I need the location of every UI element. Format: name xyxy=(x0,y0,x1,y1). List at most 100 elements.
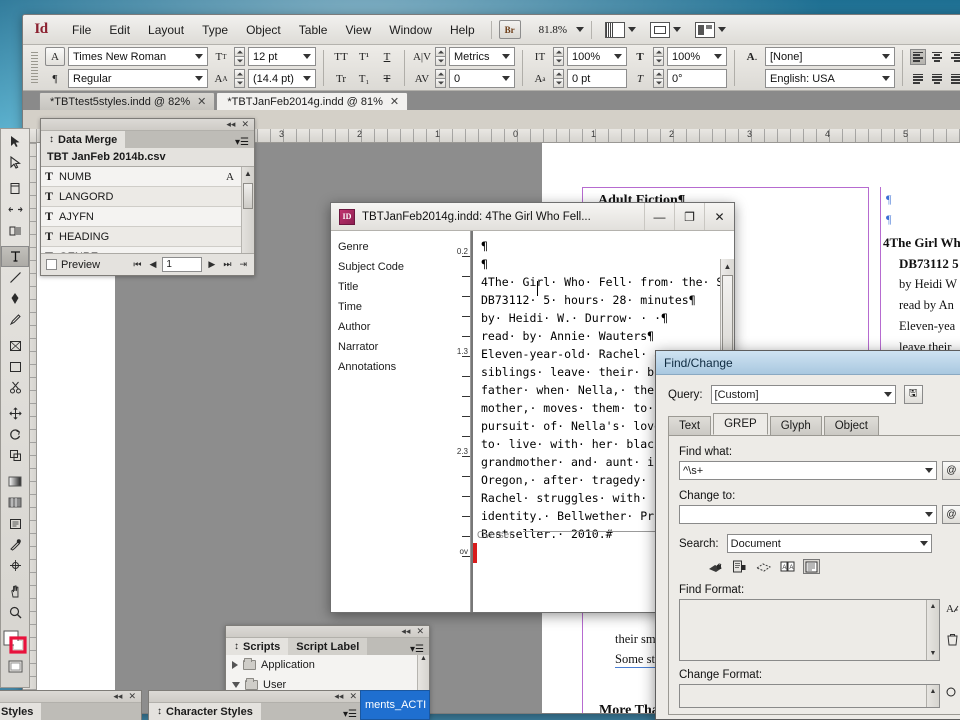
gradient-feather-tool[interactable] xyxy=(1,492,29,513)
menu-file[interactable]: File xyxy=(63,19,100,41)
align-center-button[interactable] xyxy=(929,49,945,65)
menu-layout[interactable]: Layout xyxy=(139,19,193,41)
strikethrough-button[interactable]: T xyxy=(377,69,397,88)
data-merge-drag-bar[interactable]: ◂◂ ✕ xyxy=(41,119,254,131)
include-footnotes-icon[interactable] xyxy=(803,559,820,574)
align-left-button[interactable] xyxy=(910,48,926,65)
scroll-up-icon[interactable]: ▲ xyxy=(721,259,734,273)
view-options-chevron-icon[interactable] xyxy=(628,27,637,32)
menu-edit[interactable]: Edit xyxy=(100,19,139,41)
skew-stepper[interactable] xyxy=(653,69,664,88)
paragraph-style-column[interactable]: Genre 0.2 Subject Code Title Time Author … xyxy=(331,231,471,612)
tracking-chevron-icon[interactable] xyxy=(502,76,510,81)
bridge-button[interactable]: Br xyxy=(498,20,521,39)
arrange-documents-chevron-icon[interactable] xyxy=(718,27,727,32)
leading-stepper[interactable] xyxy=(234,69,245,88)
close-button[interactable]: ✕ xyxy=(704,203,734,230)
list-item[interactable]: T NUMB A xyxy=(41,167,254,187)
list-item[interactable]: T AJYFN xyxy=(41,207,254,227)
subscript-button[interactable]: T₁ xyxy=(354,69,374,88)
horizontal-scale-field[interactable]: 100% xyxy=(667,47,727,66)
styles-drag-bar[interactable]: ◂◂ ✕ xyxy=(0,691,141,703)
list-item[interactable]: T HEADING xyxy=(41,227,254,247)
zoom-tool[interactable] xyxy=(1,602,29,623)
vertical-scale-chevron-icon[interactable] xyxy=(614,54,622,59)
document-tab-2-close-icon[interactable]: ✕ xyxy=(390,95,399,108)
next-record-icon[interactable]: ▶ xyxy=(206,259,217,270)
font-size-field[interactable]: 12 pt xyxy=(248,47,316,66)
document-tab-1-close-icon[interactable]: ✕ xyxy=(197,95,206,108)
baseline-shift-stepper[interactable] xyxy=(553,69,564,88)
menu-table[interactable]: Table xyxy=(290,19,337,41)
first-record-icon[interactable]: ⏮ xyxy=(131,259,143,270)
line-tool[interactable] xyxy=(1,267,29,288)
content-collector-tool[interactable] xyxy=(1,220,29,241)
previous-record-icon[interactable]: ◀ xyxy=(148,259,159,270)
rectangle-frame-tool[interactable] xyxy=(1,335,29,356)
document-tab-1[interactable]: *TBTtest5styles.indd @ 82% ✕ xyxy=(39,92,216,110)
font-style-chevron-icon[interactable] xyxy=(195,76,203,81)
collapse-panel-icon[interactable]: ◂◂ xyxy=(113,691,122,702)
collapse-panel-icon[interactable]: ◂◂ xyxy=(226,119,235,130)
tab-data-merge[interactable]: ↕ Data Merge xyxy=(41,131,126,148)
tab-script-label[interactable]: Script Label xyxy=(288,638,368,655)
font-style-field[interactable]: Regular xyxy=(68,69,208,88)
leading-field[interactable]: (14.4 pt) xyxy=(248,69,316,88)
tab-scripts[interactable]: ↕ Scripts xyxy=(226,638,289,655)
skew-field[interactable]: 0° xyxy=(667,69,727,88)
language-field[interactable]: English: USA xyxy=(765,69,895,88)
collapse-panel-icon[interactable]: ◂◂ xyxy=(401,626,410,637)
search-scope-dropdown[interactable]: Document xyxy=(726,534,932,553)
query-dropdown[interactable]: [Custom] xyxy=(710,385,896,404)
tab-character-styles[interactable]: ↕ Character Styles xyxy=(149,703,261,720)
justify-center-button[interactable] xyxy=(929,71,945,87)
tab-glyph[interactable]: Glyph xyxy=(769,416,822,435)
minimize-button[interactable]: — xyxy=(644,203,674,230)
rotate-tool[interactable] xyxy=(1,424,29,445)
type-tool[interactable] xyxy=(1,246,29,267)
normal-view-mode-button[interactable] xyxy=(1,656,29,677)
list-item[interactable]: T LANGORD xyxy=(41,187,254,207)
font-family-chevron-icon[interactable] xyxy=(195,54,203,59)
close-panel-icon[interactable]: ✕ xyxy=(349,691,357,702)
pen-tool[interactable] xyxy=(1,288,29,309)
font-family-field[interactable]: Times New Roman xyxy=(68,47,208,66)
change-format-scrollbar[interactable]: ▲ xyxy=(926,685,939,707)
character-styles-flyout-menu-icon[interactable]: ▾☰ xyxy=(338,709,362,720)
scroll-down-icon[interactable]: ▼ xyxy=(927,647,939,660)
view-options-icon[interactable] xyxy=(605,21,626,38)
go-to-record-icon[interactable]: ⇥ xyxy=(237,259,249,270)
free-transform-tool[interactable] xyxy=(1,403,29,424)
scripts-flyout-menu-icon[interactable]: ▾☰ xyxy=(405,644,429,655)
page-tool[interactable] xyxy=(1,178,29,199)
horizontal-scale-stepper[interactable] xyxy=(653,47,664,66)
scroll-up-icon[interactable]: ▲ xyxy=(927,685,939,698)
scroll-up-icon[interactable]: ▲ xyxy=(927,600,939,613)
scroll-up-icon[interactable]: ▲ xyxy=(418,655,429,662)
leading-chevron-icon[interactable] xyxy=(303,76,311,81)
control-panel-grip[interactable] xyxy=(31,51,38,84)
last-record-icon[interactable]: ⏭ xyxy=(221,259,233,270)
zoom-dropdown-icon[interactable] xyxy=(576,27,585,32)
close-panel-icon[interactable]: ✕ xyxy=(241,119,249,130)
tracking-stepper[interactable] xyxy=(435,69,446,88)
kerning-chevron-icon[interactable] xyxy=(502,54,510,59)
vertical-scale-stepper[interactable] xyxy=(553,47,564,66)
all-caps-button[interactable]: TT xyxy=(331,47,351,66)
horizontal-scale-chevron-icon[interactable] xyxy=(714,54,722,59)
tracking-field[interactable]: 0 xyxy=(449,69,515,88)
baseline-shift-field[interactable]: 0 pt xyxy=(567,69,627,88)
font-size-stepper[interactable] xyxy=(234,47,245,66)
pencil-tool[interactable] xyxy=(1,309,29,330)
note-tool[interactable] xyxy=(1,513,29,534)
include-locked-stories-icon[interactable] xyxy=(731,559,748,574)
list-item[interactable]: Application xyxy=(226,655,429,675)
character-styles-drag-bar[interactable]: ◂◂ ✕ xyxy=(149,691,362,703)
change-to-input[interactable] xyxy=(679,505,937,524)
menu-window[interactable]: Window xyxy=(380,19,441,41)
tab-styles[interactable]: Styles xyxy=(0,703,42,720)
align-right-button[interactable] xyxy=(948,49,960,65)
paragraph-formatting-icon[interactable]: ¶ xyxy=(45,69,65,88)
scissors-tool[interactable] xyxy=(1,377,29,398)
disclosure-triangle-icon[interactable] xyxy=(232,682,240,688)
